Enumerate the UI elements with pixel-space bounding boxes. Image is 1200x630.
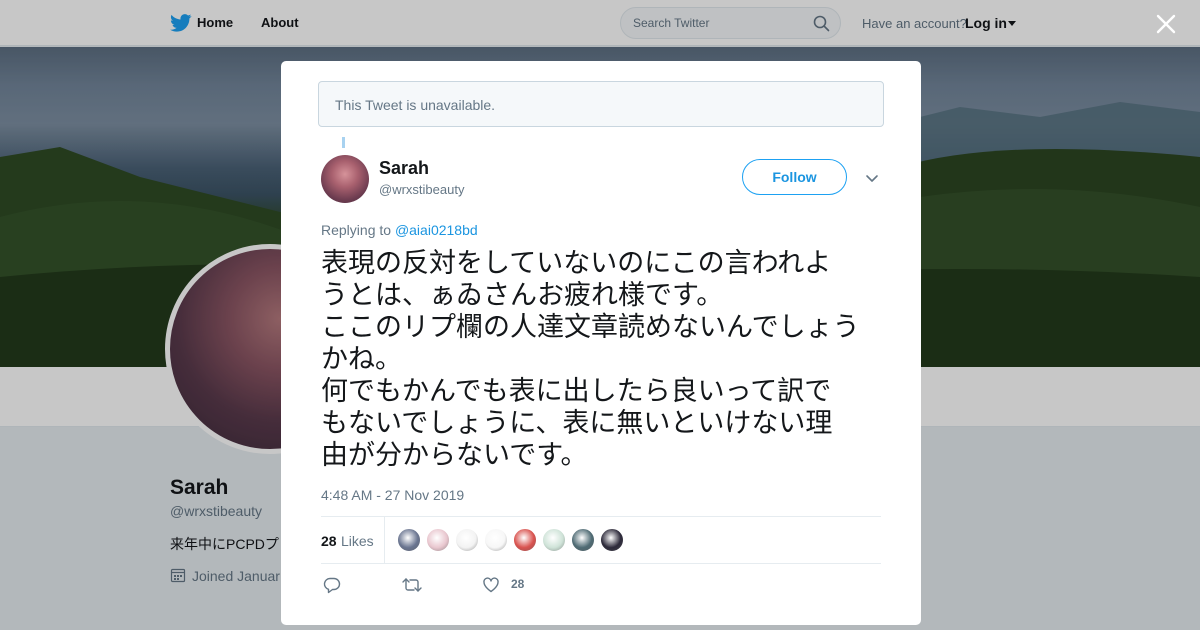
liker-avatar[interactable] xyxy=(455,528,479,552)
liker-avatar[interactable] xyxy=(600,528,624,552)
tweet-modal: This Tweet is unavailable. Sarah @wrxsti… xyxy=(281,61,921,625)
tweet-author-handle[interactable]: @wrxstibeauty xyxy=(379,182,464,197)
liker-avatar[interactable] xyxy=(397,528,421,552)
replying-to-label: Replying to xyxy=(321,222,395,238)
tweet-actions: 28 xyxy=(321,574,621,596)
reply-icon[interactable] xyxy=(323,576,341,594)
tweet-timestamp[interactable]: 4:48 AM - 27 Nov 2019 xyxy=(321,487,464,503)
follow-button-label: Follow xyxy=(772,169,817,185)
liker-avatar[interactable] xyxy=(484,528,508,552)
replying-to-handle-link[interactable]: @aiai0218bd xyxy=(395,222,478,238)
like-action-count: 28 xyxy=(511,577,525,591)
heart-icon[interactable] xyxy=(482,576,500,594)
stats-divider xyxy=(384,517,385,563)
unavailable-tweet-notice: This Tweet is unavailable. xyxy=(318,81,884,127)
chevron-down-icon[interactable] xyxy=(864,171,880,187)
tweet-text: 表現の反対をしていないのにこの言われよ うとは、ぁゐさんお疲れ様です。 ここのリ… xyxy=(321,248,860,471)
likes-label[interactable]: Likes xyxy=(341,533,374,549)
replying-to-line: Replying to @aiai0218bd xyxy=(321,222,478,238)
follow-button[interactable]: Follow xyxy=(742,159,847,195)
tweet-stats-bar: 28 Likes xyxy=(321,516,881,564)
close-icon[interactable] xyxy=(1154,12,1178,36)
liker-avatars xyxy=(397,528,624,554)
tweet-author-name[interactable]: Sarah xyxy=(379,158,429,179)
liker-avatar[interactable] xyxy=(426,528,450,552)
retweet-icon[interactable] xyxy=(401,576,423,594)
liker-avatar[interactable] xyxy=(571,528,595,552)
unavailable-tweet-text: This Tweet is unavailable. xyxy=(335,97,496,113)
likes-count[interactable]: 28 xyxy=(321,533,337,549)
liker-avatar[interactable] xyxy=(513,528,537,552)
tweet-author-avatar[interactable] xyxy=(321,155,369,203)
liker-avatar[interactable] xyxy=(542,528,566,552)
thread-connector-line xyxy=(342,137,345,148)
